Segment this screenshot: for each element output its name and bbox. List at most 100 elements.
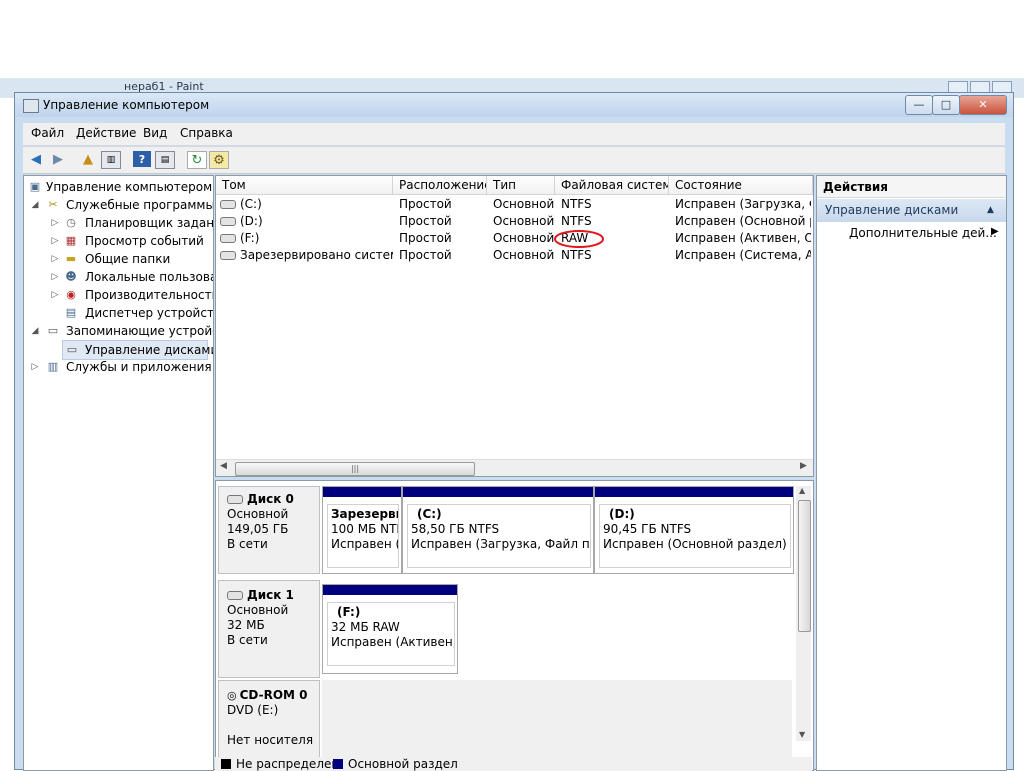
submenu-arrow-icon[interactable]: ▶ [991, 226, 999, 237]
actions-section-disk-management[interactable]: Управление дисками ▲ [817, 199, 1006, 222]
partition-size: 100 МБ NTF [331, 522, 399, 536]
partition-reserved[interactable]: Зарезерви| 100 МБ NTF Исправен ( [322, 486, 402, 574]
actions-header: Действия [817, 176, 1006, 198]
tree-item-local-users[interactable]: ▷ ☻ Локальные пользовате [24, 268, 213, 286]
volume-icon [220, 251, 236, 260]
volume-filesystem: NTFS [561, 197, 592, 211]
table-row[interactable]: (F:) [220, 230, 393, 247]
cdrom-empty-area [322, 680, 792, 768]
partition-c[interactable]: (C:) 58,50 ГБ NTFS Исправен (Загрузка, Ф… [402, 486, 594, 574]
column-header-layout[interactable]: Расположение [393, 176, 487, 195]
volume-icon [220, 234, 236, 243]
forward-icon[interactable]: ▶ [49, 151, 67, 167]
tree-item-task-scheduler[interactable]: ▷ ◷ Планировщик заданий [24, 214, 213, 232]
tree-item-label: Службы и приложения [66, 360, 212, 374]
partition-label: (D:) [609, 507, 635, 521]
expand-arrow-icon[interactable]: ▷ [30, 358, 40, 376]
scroll-thumb[interactable]: ||| [235, 462, 475, 476]
tree-item-shared-folders[interactable]: ▷ ▬ Общие папки [24, 250, 213, 268]
disk-status: В сети [227, 633, 268, 647]
partition-size: 58,50 ГБ NTFS [411, 522, 500, 536]
tree-item-label: Служебные программы [66, 198, 214, 212]
horizontal-scrollbar[interactable]: ◀ ||| ▶ [216, 459, 813, 476]
settings-icon[interactable]: ⚙ [209, 151, 229, 169]
partition-bar [595, 487, 793, 497]
volume-type: Основной [493, 214, 555, 228]
show-hide-tree-icon[interactable]: ▥ [101, 151, 121, 169]
partition-label: (C:) [417, 507, 442, 521]
up-folder-icon[interactable]: ▲ [79, 151, 97, 167]
volume-name: (C:) [240, 197, 262, 211]
partition-f[interactable]: (F:) 32 МБ RAW Исправен (Активен, С [322, 584, 458, 674]
back-icon[interactable]: ◀ [27, 151, 45, 167]
expand-arrow-icon[interactable]: ▷ [50, 268, 60, 286]
expand-arrow-icon[interactable]: ▷ [50, 232, 60, 250]
vertical-scrollbar[interactable]: ▲ ▼ [796, 486, 811, 741]
disk-0-label[interactable]: Диск 0 Основной 149,05 ГБ В сети [218, 486, 320, 574]
tree-item-label: Управление компьютером (л [46, 180, 214, 194]
disk-1-label[interactable]: Диск 1 Основной 32 МБ В сети [218, 580, 320, 678]
task-scheduler-icon: ◷ [66, 216, 76, 229]
tree-item-event-viewer[interactable]: ▷ ▦ Просмотр событий [24, 232, 213, 250]
disk-icon [227, 495, 243, 504]
tree-item-services[interactable]: ▷ ▥ Службы и приложения [24, 358, 213, 376]
tree-item-device-manager[interactable]: ▤ Диспетчер устройств [24, 304, 213, 322]
maximize-button[interactable]: □ [932, 95, 960, 115]
performance-icon: ◉ [66, 288, 76, 301]
column-header-type[interactable]: Тип [487, 176, 555, 195]
expand-arrow-icon[interactable]: ▷ [50, 214, 60, 232]
table-row[interactable]: (C:) [220, 196, 393, 213]
disk-name: Диск 1 [227, 588, 294, 602]
expand-arrow-icon[interactable]: ▷ [50, 250, 60, 268]
close-button[interactable]: ✕ [959, 95, 1007, 115]
disk-icon [227, 591, 243, 600]
volume-layout: Простой [399, 248, 452, 262]
navigation-tree: ▣ Управление компьютером (л ◢ ✂ Служебны… [23, 175, 214, 771]
disk-name: Диск 0 [227, 492, 294, 506]
column-header-status[interactable]: Состояние [669, 176, 813, 195]
expand-arrow-icon[interactable]: ▷ [50, 286, 60, 304]
storage-icon: ▭ [47, 324, 59, 337]
disk-type: DVD (E:) [227, 703, 279, 717]
scroll-down-icon[interactable]: ▼ [799, 730, 805, 739]
volume-layout: Простой [399, 231, 452, 245]
disk-management-icon: ▭ [66, 343, 78, 356]
scroll-left-icon[interactable]: ◀ [220, 461, 227, 471]
scroll-thumb[interactable] [798, 500, 811, 632]
scroll-up-icon[interactable]: ▲ [799, 486, 805, 495]
computer-management-icon [23, 99, 39, 113]
tree-item-computer-management[interactable]: ▣ Управление компьютером (л [24, 178, 213, 196]
collapse-arrow-icon[interactable]: ◢ [30, 322, 40, 340]
partition-d[interactable]: (D:) 90,45 ГБ NTFS Исправен (Основной ра… [594, 486, 794, 574]
menu-action[interactable]: Действие [76, 126, 136, 140]
minimize-button[interactable]: — [905, 95, 933, 115]
collapse-arrow-icon[interactable]: ◢ [30, 196, 40, 214]
volume-type: Основной [493, 231, 555, 245]
more-actions-item[interactable]: Дополнительные дей... [849, 226, 997, 240]
tools-icon: ✂ [48, 198, 58, 211]
column-header-volume[interactable]: Том [216, 176, 393, 195]
tree-item-system-tools[interactable]: ◢ ✂ Служебные программы [24, 196, 213, 214]
device-manager-icon: ▤ [65, 306, 77, 319]
volume-status: Исправен (Основной раз [675, 214, 811, 228]
volume-status: Исправен (Активен, Осн [675, 231, 811, 245]
refresh-icon[interactable]: ↻ [187, 151, 207, 169]
table-row[interactable]: Зарезервировано системой [220, 247, 393, 264]
properties-icon[interactable]: ▤ [155, 151, 175, 169]
table-row[interactable]: (D:) [220, 213, 393, 230]
collapse-up-icon[interactable]: ▲ [987, 199, 994, 222]
disk-size: 32 МБ [227, 618, 265, 632]
scroll-right-icon[interactable]: ▶ [800, 461, 807, 471]
volume-type: Основной [493, 197, 555, 211]
tree-item-performance[interactable]: ▷ ◉ Производительность [24, 286, 213, 304]
tree-item-storage[interactable]: ◢ ▭ Запоминающие устройств [24, 322, 213, 340]
volume-name: Зарезервировано системой [240, 248, 393, 262]
column-header-filesystem[interactable]: Файловая система [555, 176, 669, 195]
window-titlebar[interactable]: Управление компьютером — □ ✕ [15, 93, 1013, 117]
disk-status: Нет носителя [227, 733, 314, 747]
help-icon[interactable]: ? [133, 151, 151, 167]
menu-view[interactable]: Вид [143, 126, 167, 140]
menu-help[interactable]: Справка [180, 126, 233, 140]
menu-file[interactable]: Файл [31, 126, 64, 140]
tree-item-disk-management[interactable]: ▭ Управление дисками [62, 340, 213, 360]
